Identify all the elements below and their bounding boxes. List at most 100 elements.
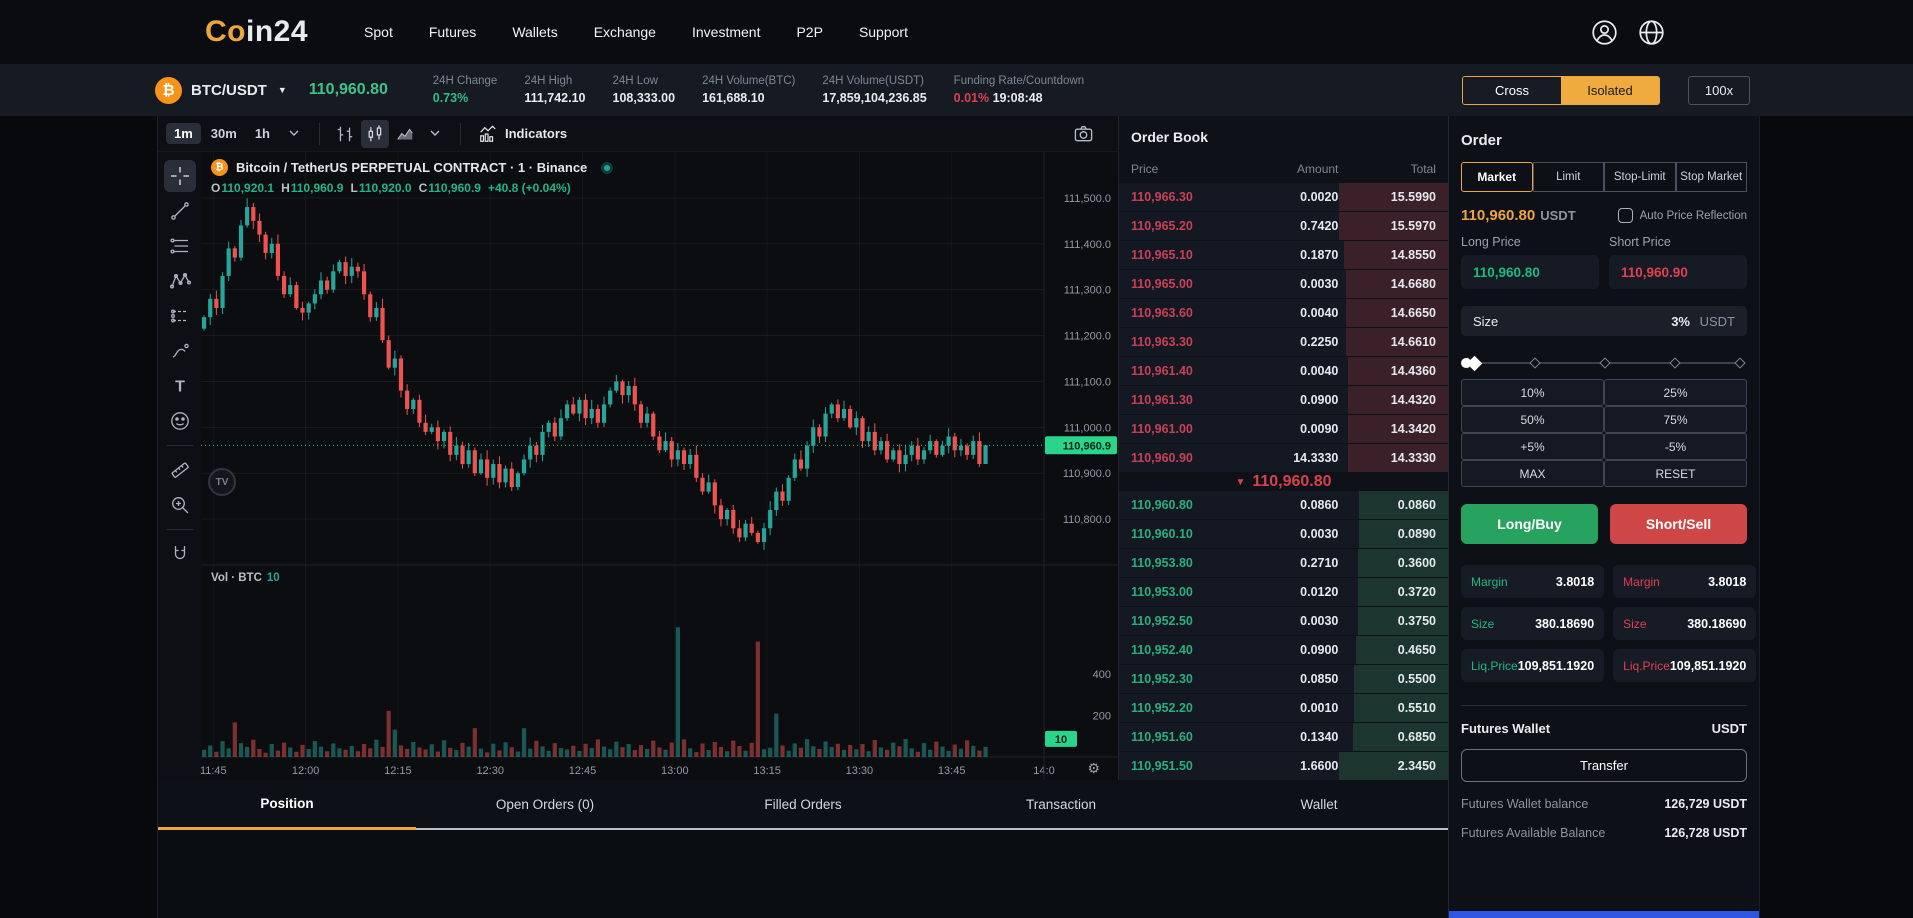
- bid-row[interactable]: 110,960.100.00300.0890: [1119, 520, 1448, 548]
- ask-row[interactable]: 110,961.400.004014.4360: [1119, 357, 1448, 385]
- order-type-market[interactable]: Market: [1461, 162, 1533, 192]
- short-sell-button[interactable]: Short/Sell: [1610, 504, 1747, 544]
- tab-open-orders-0-[interactable]: Open Orders (0): [416, 780, 674, 830]
- order-book-header: Price Amount Total: [1119, 155, 1448, 183]
- xabcd-pattern-icon[interactable]: [164, 265, 196, 297]
- candles-icon[interactable]: [361, 120, 389, 148]
- size-button-reset[interactable]: RESET: [1604, 460, 1747, 487]
- bid-row[interactable]: 110,952.500.00300.3750: [1119, 607, 1448, 635]
- tab-wallet[interactable]: Wallet: [1190, 780, 1448, 830]
- bid-row[interactable]: 110,953.800.27100.3600: [1119, 549, 1448, 577]
- size-button-max[interactable]: MAX: [1461, 460, 1604, 487]
- axis-settings-gear-icon[interactable]: ⚙: [1087, 760, 1100, 777]
- slider-stop-75[interactable]: [1670, 357, 1681, 368]
- auto-price-checkbox[interactable]: [1618, 208, 1633, 223]
- nav-item-futures[interactable]: Futures: [429, 24, 476, 40]
- stat-label: 24H Volume(USDT): [822, 75, 926, 87]
- size-button-50-[interactable]: 50%: [1461, 406, 1604, 433]
- svg-text:13:30: 13:30: [846, 765, 874, 777]
- ask-row[interactable]: 110,963.600.004014.6650: [1119, 299, 1448, 327]
- long-position-icon[interactable]: [164, 300, 196, 332]
- pair-selector[interactable]: ₿ BTC/USDT ▼: [155, 77, 287, 104]
- bid-row[interactable]: 110,953.000.01200.3720: [1119, 578, 1448, 606]
- ask-row[interactable]: 110,963.300.225014.6610: [1119, 328, 1448, 356]
- tradingview-watermark[interactable]: TV: [208, 468, 236, 496]
- ask-row[interactable]: 110,961.000.009014.3420: [1119, 415, 1448, 443]
- timeframe-1m[interactable]: 1m: [166, 123, 201, 144]
- ask-row[interactable]: 110,965.200.742015.5970: [1119, 212, 1448, 240]
- transfer-button[interactable]: Transfer: [1461, 749, 1747, 782]
- chart-canvas[interactable]: 111,500.0111,400.0111,300.0111,200.0111,…: [201, 152, 1118, 780]
- trend-line-icon[interactable]: [164, 195, 196, 227]
- ask-row[interactable]: 110,961.300.090014.4320: [1119, 386, 1448, 414]
- long-buy-button[interactable]: Long/Buy: [1461, 504, 1598, 544]
- bid-row[interactable]: 110,952.300.08500.5500: [1119, 665, 1448, 693]
- ask-row[interactable]: 110,966.300.002015.5990: [1119, 183, 1448, 211]
- order-type-limit[interactable]: Limit: [1533, 162, 1605, 192]
- nav-item-exchange[interactable]: Exchange: [594, 24, 656, 40]
- logo[interactable]: Coin24: [205, 15, 308, 49]
- style-more-chevron-icon[interactable]: [421, 120, 449, 148]
- nav-item-p2p[interactable]: P2P: [796, 24, 822, 40]
- magnet-icon[interactable]: [164, 538, 196, 570]
- order-type-stop-limit[interactable]: Stop-Limit: [1604, 162, 1676, 192]
- auto-price-reflection[interactable]: Auto Price Reflection: [1618, 208, 1747, 223]
- short-price-input[interactable]: 110,960.90: [1609, 255, 1747, 289]
- leverage-button[interactable]: 100x: [1688, 76, 1750, 105]
- tab-filled-orders[interactable]: Filled Orders: [674, 780, 932, 830]
- timeframe-more-chevron-icon[interactable]: [280, 120, 308, 148]
- size-button-75-[interactable]: 75%: [1604, 406, 1747, 433]
- slider-stop-50[interactable]: [1600, 357, 1611, 368]
- nav-item-investment[interactable]: Investment: [692, 24, 760, 40]
- long-price-input[interactable]: 110,960.80: [1461, 255, 1599, 289]
- bid-row[interactable]: 110,960.800.08600.0860: [1119, 491, 1448, 519]
- ask-row[interactable]: 110,960.9014.333014.3330: [1119, 444, 1448, 472]
- size-button--5-[interactable]: -5%: [1604, 433, 1747, 460]
- bid-row[interactable]: 110,951.600.13400.6850: [1119, 723, 1448, 751]
- legend-status-dot[interactable]: [601, 162, 613, 174]
- slider-stop-25[interactable]: [1530, 357, 1541, 368]
- size-button-10-[interactable]: 10%: [1461, 379, 1604, 406]
- isolated-button[interactable]: Isolated: [1561, 77, 1659, 104]
- text-icon[interactable]: T: [164, 370, 196, 402]
- margin-mode-toggle: Cross Isolated: [1462, 76, 1660, 105]
- ruler-icon[interactable]: [164, 454, 196, 486]
- emoji-icon[interactable]: [164, 405, 196, 437]
- svg-text:200: 200: [1093, 710, 1111, 722]
- size-button-25-[interactable]: 25%: [1604, 379, 1747, 406]
- chart-body: T 111,500.0111,400.0111,300.0111,200.011…: [158, 152, 1118, 780]
- indicators-button[interactable]: Indicators: [478, 124, 567, 144]
- size-button--5-[interactable]: +5%: [1461, 433, 1604, 460]
- slider-stop-100[interactable]: [1734, 357, 1745, 368]
- size-slider[interactable]: [1464, 355, 1744, 371]
- ask-rows: 110,966.300.002015.5990110,965.200.74201…: [1119, 183, 1448, 473]
- language-globe-icon[interactable]: [1638, 19, 1665, 46]
- order-book: Order Book Price Amount Total 110,966.30…: [1118, 116, 1448, 780]
- ask-row[interactable]: 110,965.000.003014.6680: [1119, 270, 1448, 298]
- bar-chart-icon[interactable]: [331, 120, 359, 148]
- crosshair-icon[interactable]: [164, 160, 196, 192]
- current-price-row[interactable]: ▼ 110,960.80: [1119, 473, 1448, 491]
- fib-retracement-icon[interactable]: [164, 230, 196, 262]
- bid-row[interactable]: 110,951.501.66002.3450: [1119, 752, 1448, 780]
- timeframe-30m[interactable]: 30m: [203, 123, 245, 144]
- tab-transaction[interactable]: Transaction: [932, 780, 1190, 830]
- cross-button[interactable]: Cross: [1463, 77, 1561, 104]
- nav-item-wallets[interactable]: Wallets: [512, 24, 557, 40]
- candlestick-chart[interactable]: 111,500.0111,400.0111,300.0111,200.0111,…: [201, 152, 1118, 780]
- bid-row[interactable]: 110,952.400.09000.4650: [1119, 636, 1448, 664]
- ask-row[interactable]: 110,965.100.187014.8550: [1119, 241, 1448, 269]
- brush-icon[interactable]: [164, 335, 196, 367]
- screenshot-camera-icon[interactable]: [1073, 123, 1094, 144]
- order-type-stop-market[interactable]: Stop Market: [1676, 162, 1748, 192]
- account-icon[interactable]: [1591, 19, 1618, 46]
- zoom-in-icon[interactable]: [164, 489, 196, 521]
- nav-item-spot[interactable]: Spot: [364, 24, 393, 40]
- area-chart-icon[interactable]: [391, 120, 419, 148]
- timeframe-1h[interactable]: 1h: [247, 123, 278, 144]
- market-price: 110,960.80: [1461, 207, 1535, 224]
- stat-value: 111,742.10: [524, 91, 585, 105]
- bid-row[interactable]: 110,952.200.00100.5510: [1119, 694, 1448, 722]
- tab-position[interactable]: Position: [158, 780, 416, 830]
- nav-item-support[interactable]: Support: [859, 24, 908, 40]
